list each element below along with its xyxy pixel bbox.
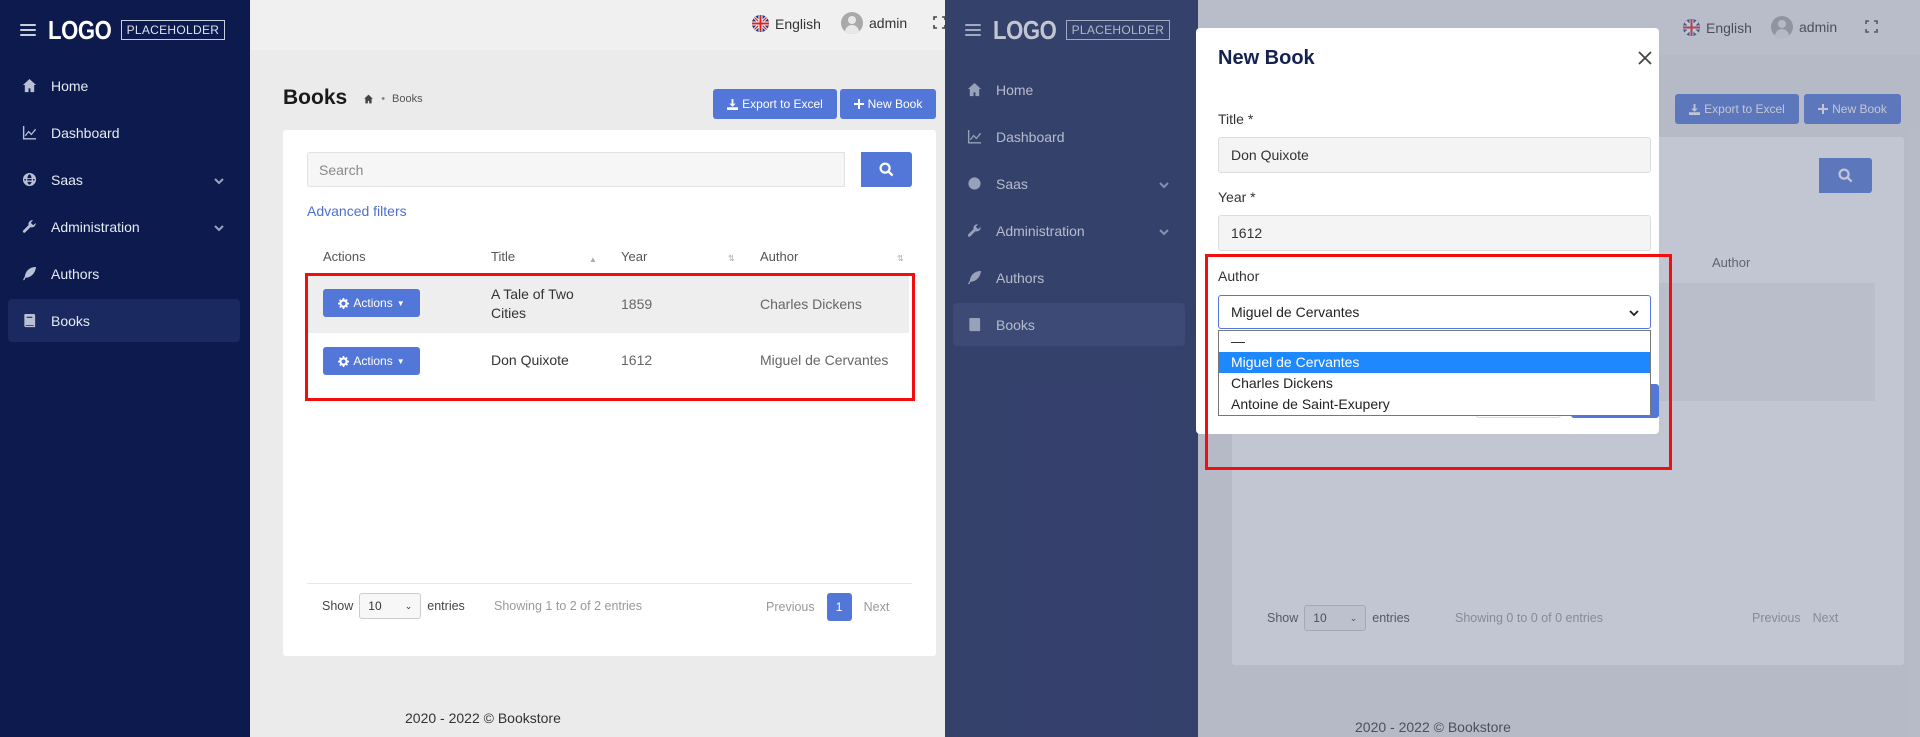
home-icon[interactable]: [363, 94, 374, 104]
search-icon: [879, 162, 894, 177]
page-title: Books: [283, 86, 348, 109]
avatar: [841, 12, 863, 34]
uk-flag-icon: [752, 15, 769, 32]
sidebar-item-administration[interactable]: Administration: [8, 205, 240, 248]
advanced-filters-link[interactable]: Advanced filters: [307, 203, 407, 219]
user-menu[interactable]: admin: [841, 12, 907, 34]
books-list-screen: LOGO PLACEHOLDER Home Dashboard Saas Adm…: [0, 0, 945, 737]
previous-page-button[interactable]: Previous: [766, 600, 815, 614]
sidebar-item-label: Saas: [51, 171, 83, 188]
download-icon: [727, 98, 739, 110]
sidebar: LOGO PLACEHOLDER Home Dashboard Saas Adm…: [0, 0, 250, 737]
sidebar-item-label: Dashboard: [51, 124, 120, 141]
fullscreen-icon[interactable]: [933, 16, 945, 29]
column-header-title[interactable]: Title: [491, 249, 515, 264]
column-header-year[interactable]: Year: [621, 249, 647, 264]
language-selector[interactable]: English: [752, 15, 821, 32]
title-label: Title *: [1218, 111, 1254, 127]
logo-main-text: LOGO: [48, 14, 112, 45]
new-book-button[interactable]: New Book: [840, 89, 936, 119]
highlight-box: [1205, 254, 1672, 470]
export-to-excel-button[interactable]: Export to Excel: [713, 89, 837, 119]
sidebar-item-label: Authors: [51, 265, 100, 282]
sort-icon[interactable]: ⇅: [728, 254, 735, 263]
divider: [307, 583, 912, 584]
breadcrumb: • Books: [363, 93, 423, 105]
sidebar-item-dashboard[interactable]: Dashboard: [8, 111, 240, 154]
book-icon: [21, 313, 37, 329]
chevron-down-icon: ⌄: [404, 600, 413, 611]
feather-icon: [21, 266, 37, 282]
sidebar-item-home[interactable]: Home: [8, 64, 240, 107]
top-bar: English admin: [250, 0, 945, 50]
breadcrumb-current: Books: [392, 93, 423, 105]
title-field[interactable]: Don Quixote: [1218, 137, 1651, 173]
language-label: English: [775, 15, 821, 32]
modal-title: New Book: [1218, 47, 1315, 69]
plus-icon: [853, 99, 864, 109]
sidebar-item-label: Administration: [51, 218, 140, 235]
sidebar-nav: Home Dashboard Saas Administration Autho…: [8, 64, 240, 346]
year-label: Year *: [1218, 189, 1256, 205]
menu-toggle-icon[interactable]: [20, 24, 36, 36]
sidebar-item-authors[interactable]: Authors: [8, 252, 240, 295]
page-size-control: Show 10 ⌄ entries: [322, 593, 465, 619]
footer-copyright: 2020 - 2022 © Bookstore: [405, 710, 561, 726]
column-header-author[interactable]: Author: [760, 249, 798, 264]
next-page-button[interactable]: Next: [864, 600, 890, 614]
globe-icon: [21, 172, 37, 188]
user-name: admin: [869, 15, 908, 31]
chevron-down-icon: [214, 220, 226, 232]
search-button[interactable]: [861, 152, 912, 187]
sidebar-item-saas[interactable]: Saas: [8, 158, 240, 201]
sort-icon[interactable]: ⇅: [897, 254, 904, 263]
page-1-button[interactable]: 1: [826, 593, 852, 621]
sidebar-item-label: Home: [51, 77, 89, 94]
sidebar-item-label: Books: [51, 312, 90, 329]
chart-icon: [21, 125, 37, 141]
logo: LOGO PLACEHOLDER: [20, 13, 226, 47]
column-header-actions: Actions: [323, 249, 366, 264]
close-icon[interactable]: [1637, 50, 1657, 70]
sidebar-item-books[interactable]: Books: [8, 299, 240, 342]
sort-asc-icon[interactable]: ▲: [589, 255, 597, 264]
table-info: Showing 1 to 2 of 2 entries: [494, 599, 643, 613]
pagination: Previous 1 Next: [766, 593, 889, 621]
page-size-select[interactable]: 10 ⌄: [359, 593, 422, 619]
year-field[interactable]: 1612: [1218, 215, 1651, 251]
page-header: Books • Books: [283, 86, 423, 110]
logo-sub-text: PLACEHOLDER: [120, 20, 226, 40]
highlight-box: [305, 273, 915, 401]
home-icon: [21, 78, 37, 94]
search-input[interactable]: Search: [307, 152, 845, 187]
wrench-icon: [21, 219, 37, 235]
chevron-down-icon: [214, 173, 226, 185]
